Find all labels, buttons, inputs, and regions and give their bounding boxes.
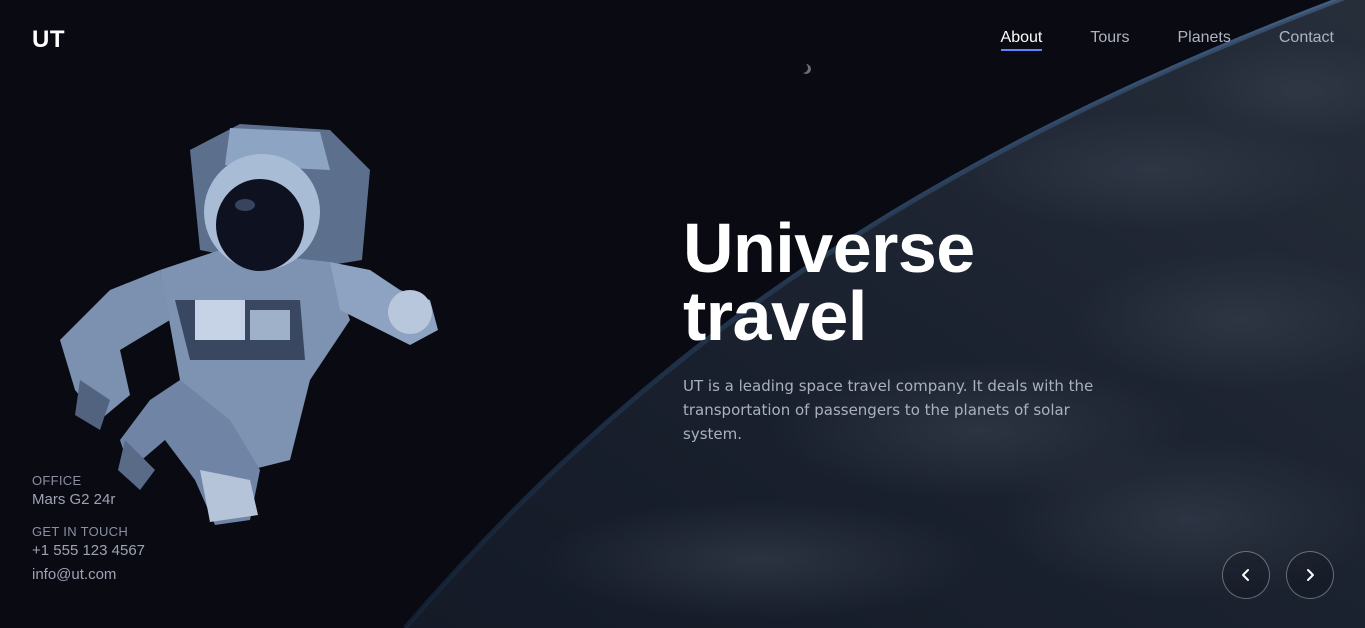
main-navigation: About Tours Planets Contact — [1000, 29, 1334, 51]
slider-controls — [1222, 551, 1334, 599]
contact-info: OFFICE Mars G2 24r GET IN TOUCH +1 555 1… — [32, 473, 145, 587]
phone-link[interactable]: +1 555 123 4567 — [32, 539, 145, 563]
hero-title: Universe travel — [683, 213, 1153, 351]
nav-item-tours[interactable]: Tours — [1090, 29, 1129, 51]
prev-slide-button[interactable] — [1222, 551, 1270, 599]
astronaut-illustration — [60, 124, 438, 525]
office-group: OFFICE Mars G2 24r — [32, 473, 145, 512]
touch-group: GET IN TOUCH +1 555 123 4567 info@ut.com — [32, 524, 145, 587]
chevron-left-icon — [1242, 569, 1249, 581]
nav-item-contact[interactable]: Contact — [1279, 29, 1334, 51]
nav-item-planets[interactable]: Planets — [1177, 29, 1230, 51]
hero-title-line2: travel — [683, 277, 867, 355]
hero-title-line1: Universe — [683, 209, 975, 287]
hero-section: Universe travel UT is a leading space tr… — [683, 213, 1153, 446]
hero-description: UT is a leading space travel company. It… — [683, 377, 1094, 443]
get-in-touch-label: GET IN TOUCH — [32, 524, 129, 539]
office-label: OFFICE — [32, 473, 82, 488]
next-slide-button[interactable] — [1286, 551, 1334, 599]
email-link[interactable]: info@ut.com — [32, 563, 145, 587]
brand-logo[interactable]: UT — [32, 26, 65, 54]
nav-item-about[interactable]: About — [1000, 29, 1043, 51]
chevron-right-icon — [1307, 569, 1314, 581]
office-address: Mars G2 24r — [32, 491, 116, 508]
